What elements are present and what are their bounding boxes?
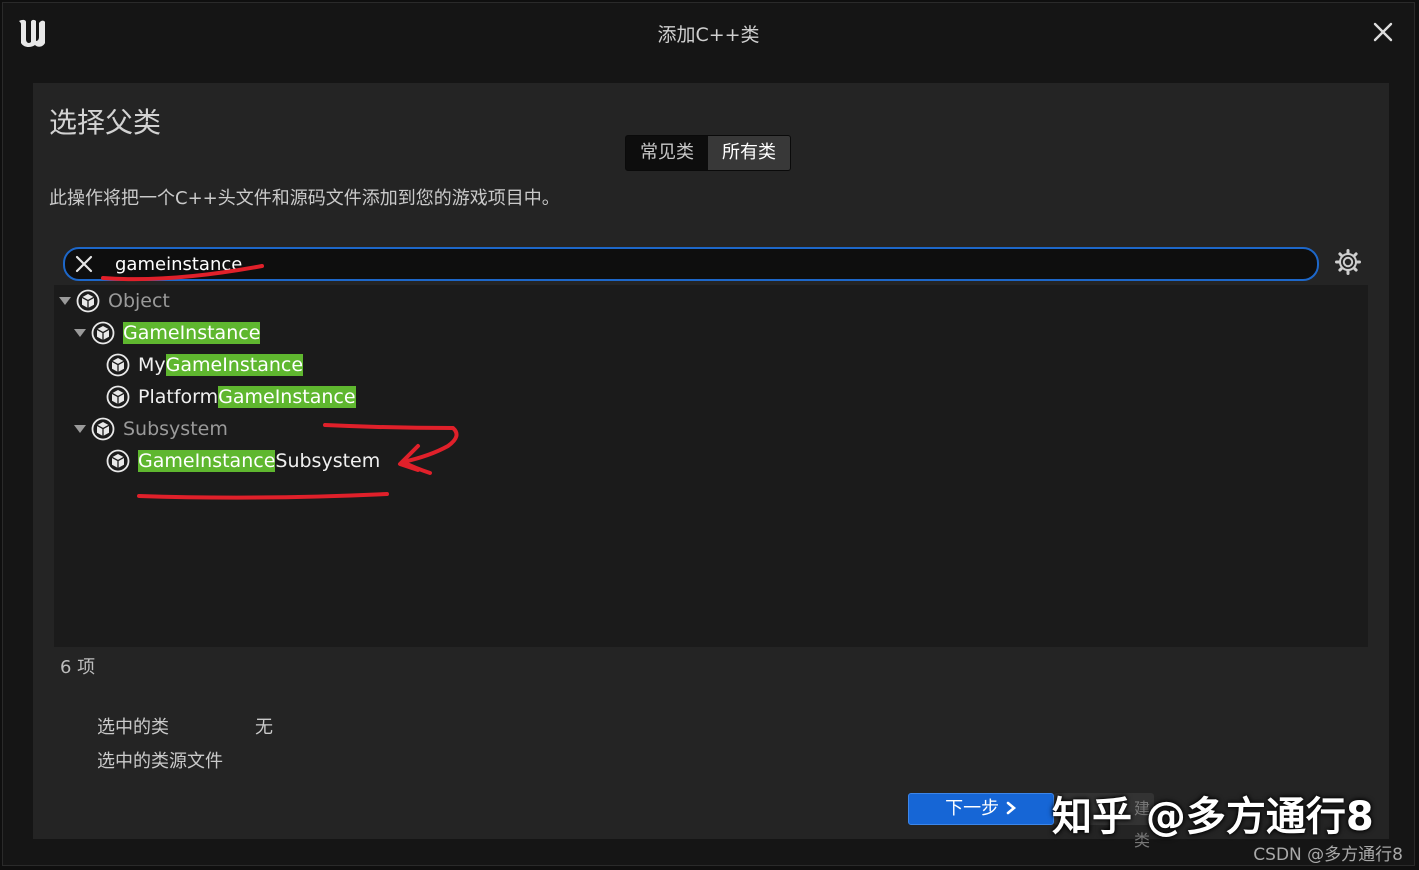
page-title: 选择父类	[49, 106, 162, 139]
csdn-watermark: CSDN @多方通行8	[1253, 845, 1403, 865]
tree-item-label-suffix: Subsystem	[275, 450, 381, 472]
class-cube-icon	[76, 289, 100, 313]
search-match-highlight: GameInstance	[218, 386, 356, 408]
next-button[interactable]: 下一步	[908, 793, 1054, 825]
search-match-highlight: GameInstance	[123, 322, 261, 344]
chevron-right-icon	[1006, 801, 1016, 815]
title-bar: 添加C++类	[3, 3, 1414, 63]
tree-item-gameinstance[interactable]: GameInstance	[73, 319, 261, 347]
tree-item-label: Object	[108, 290, 170, 312]
search-match-highlight: GameInstance	[165, 354, 304, 376]
close-icon[interactable]	[1370, 19, 1396, 45]
tree-item-label-prefix: My	[138, 354, 166, 376]
choose-parent-class-panel: 选择父类 常见类 所有类 此操作将把一个C++头文件和源码文件添加到您的游戏项目…	[33, 83, 1389, 850]
tab-all-classes[interactable]: 所有类	[708, 136, 790, 170]
add-cpp-class-window: 添加C++类 选择父类 常见类 所有类 此操作将把一个C++头文件和源码文件添加…	[2, 2, 1415, 866]
class-cube-icon	[106, 385, 130, 409]
class-filter-tabs: 常见类 所有类	[625, 135, 791, 171]
class-cube-icon	[106, 449, 130, 473]
item-count: 6 项	[60, 657, 96, 678]
collapse-arrow-icon[interactable]	[58, 294, 72, 308]
next-button-label: 下一步	[945, 798, 1000, 819]
gear-icon[interactable]	[1335, 249, 1361, 275]
selected-source-label: 选中的类源文件	[97, 751, 223, 772]
description-text: 此操作将把一个C++头文件和源码文件添加到您的游戏项目中。	[49, 188, 560, 209]
tab-common-classes[interactable]: 常见类	[626, 136, 708, 170]
zhihu-watermark: 知乎 @多方通行8	[1052, 794, 1374, 840]
window-title: 添加C++类	[657, 24, 760, 46]
tree-item-gameinstancesubsystem[interactable]: GameInstance Subsystem	[106, 447, 380, 475]
collapse-arrow-icon[interactable]	[73, 422, 87, 436]
tree-item-label-prefix: Platform	[138, 386, 219, 408]
selected-class-value: 无	[255, 717, 273, 738]
tree-item-object[interactable]: Object	[58, 287, 170, 315]
search-input[interactable]	[113, 250, 1297, 278]
class-cube-icon	[91, 321, 115, 345]
selected-class-label: 选中的类	[97, 717, 169, 738]
collapse-arrow-icon[interactable]	[73, 326, 87, 340]
tree-item-mygameinstance[interactable]: My GameInstance	[106, 351, 304, 379]
tree-item-platformgameinstance[interactable]: Platform GameInstance	[106, 383, 356, 411]
class-tree: Object GameInstance My GameInstance Platf…	[54, 285, 1368, 647]
tree-item-label: Subsystem	[123, 418, 228, 440]
clear-search-icon[interactable]	[75, 255, 93, 273]
class-cube-icon	[106, 353, 130, 377]
class-cube-icon	[91, 417, 115, 441]
tree-item-subsystem[interactable]: Subsystem	[73, 415, 228, 443]
search-match-highlight: GameInstance	[138, 450, 276, 472]
class-search-box	[63, 247, 1319, 281]
